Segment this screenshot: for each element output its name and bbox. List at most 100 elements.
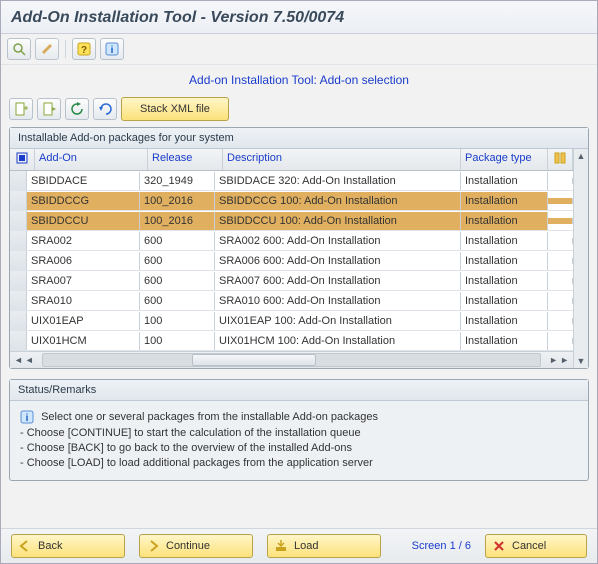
cell-trailing — [548, 338, 573, 344]
load-label: Load — [294, 540, 318, 552]
cell-release: 100_2016 — [140, 212, 215, 230]
table-row[interactable]: SRA010600SRA010 600: Add-On Installation… — [10, 291, 573, 311]
col-addon[interactable]: Add-On — [35, 149, 148, 170]
row-selector[interactable] — [10, 251, 27, 270]
cell-package-type: Installation — [461, 272, 548, 290]
status-line-1: - Choose [CONTINUE] to start the calcula… — [20, 427, 578, 439]
hscroll-left-page[interactable]: ◄ — [25, 355, 34, 365]
cell-package-type: Installation — [461, 292, 548, 310]
hscroll-thumb[interactable] — [192, 354, 316, 366]
load-button[interactable]: Load — [267, 534, 381, 558]
select-all-column[interactable] — [10, 149, 35, 170]
table-row[interactable]: SRA007600SRA007 600: Add-On Installation… — [10, 271, 573, 291]
toolbar-info[interactable]: i — [100, 38, 124, 60]
vscroll-down[interactable]: ▼ — [577, 354, 586, 368]
row-selector[interactable] — [10, 311, 27, 330]
doc-right-icon — [42, 102, 56, 116]
row-selector[interactable] — [10, 171, 27, 190]
table-row[interactable]: SBIDDCCU100_2016SBIDDCCU 100: Add-On Ins… — [10, 211, 573, 231]
cell-description: UIX01EAP 100: Add-On Installation — [215, 312, 461, 330]
table-row[interactable]: SBIDDACE320_1949SBIDDACE 320: Add-On Ins… — [10, 171, 573, 191]
cell-release: 600 — [140, 232, 215, 250]
cell-description: SBIDDACE 320: Add-On Installation — [215, 172, 461, 190]
cell-release: 100_2016 — [140, 192, 215, 210]
action-btn-2[interactable] — [37, 98, 61, 120]
cell-description: SRA010 600: Add-On Installation — [215, 292, 461, 310]
cell-release: 600 — [140, 292, 215, 310]
hscroll-right[interactable]: ► — [560, 355, 569, 365]
info-icon: i — [20, 410, 34, 424]
stack-xml-button[interactable]: Stack XML file — [121, 97, 229, 121]
load-icon — [274, 539, 288, 553]
cancel-icon — [492, 539, 506, 553]
hscroll-right-page[interactable]: ► — [549, 355, 558, 365]
toolbar-btn-2[interactable] — [35, 38, 59, 60]
cell-addon: SRA006 — [27, 252, 140, 270]
cell-package-type: Installation — [461, 212, 548, 230]
cancel-label: Cancel — [512, 540, 546, 552]
back-button[interactable]: Back — [11, 534, 125, 558]
cell-addon: SRA010 — [27, 292, 140, 310]
toolbar-help[interactable]: ? — [72, 38, 96, 60]
table-row[interactable]: UIX01EAP100UIX01EAP 100: Add-On Installa… — [10, 311, 573, 331]
cell-package-type: Installation — [461, 232, 548, 250]
col-release[interactable]: Release — [148, 149, 223, 170]
action-toolbar: Stack XML file — [1, 93, 597, 127]
undo-icon — [98, 102, 112, 116]
row-selector[interactable] — [10, 271, 27, 290]
hscroll-left[interactable]: ◄ — [14, 355, 23, 365]
cell-release: 600 — [140, 252, 215, 270]
back-icon — [18, 539, 32, 553]
cancel-button[interactable]: Cancel — [485, 534, 587, 558]
cell-package-type: Installation — [461, 192, 548, 210]
table-row[interactable]: SRA002600SRA002 600: Add-On Installation… — [10, 231, 573, 251]
vscroll: ▲ ▼ — [573, 149, 588, 368]
packages-panel-title: Installable Add-on packages for your sys… — [10, 128, 588, 149]
tool-icon — [40, 42, 54, 56]
row-selector[interactable] — [10, 211, 27, 230]
row-selector[interactable] — [10, 191, 27, 210]
cell-package-type: Installation — [461, 332, 548, 350]
action-btn-4[interactable] — [93, 98, 117, 120]
grid-header: Add-On Release Description Package type — [10, 149, 573, 171]
refresh-icon — [70, 102, 84, 116]
table-row[interactable]: SBIDDCCG100_2016SBIDDCCG 100: Add-On Ins… — [10, 191, 573, 211]
vscroll-up[interactable]: ▲ — [577, 149, 586, 163]
status-title: Status/Remarks — [10, 380, 588, 401]
cell-trailing — [548, 278, 573, 284]
table-row[interactable]: UIX01HCM100UIX01HCM 100: Add-On Installa… — [10, 331, 573, 351]
action-btn-1[interactable] — [9, 98, 33, 120]
table-row[interactable]: SRA006600SRA006 600: Add-On Installation… — [10, 251, 573, 271]
packages-panel: Installable Add-on packages for your sys… — [9, 127, 589, 369]
cell-description: SRA006 600: Add-On Installation — [215, 252, 461, 270]
toolbar-btn-1[interactable] — [7, 38, 31, 60]
col-config[interactable] — [548, 149, 573, 170]
cell-package-type: Installation — [461, 252, 548, 270]
cell-description: SBIDDCCU 100: Add-On Installation — [215, 212, 461, 230]
col-description[interactable]: Description — [223, 149, 461, 170]
col-package-type[interactable]: Package type — [461, 149, 548, 170]
top-toolbar: ? i — [1, 34, 597, 65]
cell-trailing — [548, 238, 573, 244]
cell-description: SRA002 600: Add-On Installation — [215, 232, 461, 250]
action-btn-3[interactable] — [65, 98, 89, 120]
cell-release: 100 — [140, 332, 215, 350]
cell-release: 320_1949 — [140, 172, 215, 190]
cell-addon: UIX01HCM — [27, 332, 140, 350]
svg-text:?: ? — [81, 45, 87, 56]
cell-addon: SBIDDCCU — [27, 212, 140, 230]
cell-release: 600 — [140, 272, 215, 290]
cell-trailing — [548, 218, 573, 224]
footer: Back Continue Load Screen 1 / 6 Cancel — [1, 528, 597, 563]
continue-button[interactable]: Continue — [139, 534, 253, 558]
cell-trailing — [548, 258, 573, 264]
hscroll-track[interactable] — [42, 353, 541, 367]
grid-footer: ◄ ◄ ► ► — [10, 351, 573, 368]
cell-addon: SBIDDCCG — [27, 192, 140, 210]
row-selector[interactable] — [10, 291, 27, 310]
row-selector[interactable] — [10, 331, 27, 350]
status-text-0: Select one or several packages from the … — [41, 411, 378, 423]
screen-indicator: Screen 1 / 6 — [412, 540, 471, 552]
row-selector[interactable] — [10, 231, 27, 250]
cell-package-type: Installation — [461, 172, 548, 190]
